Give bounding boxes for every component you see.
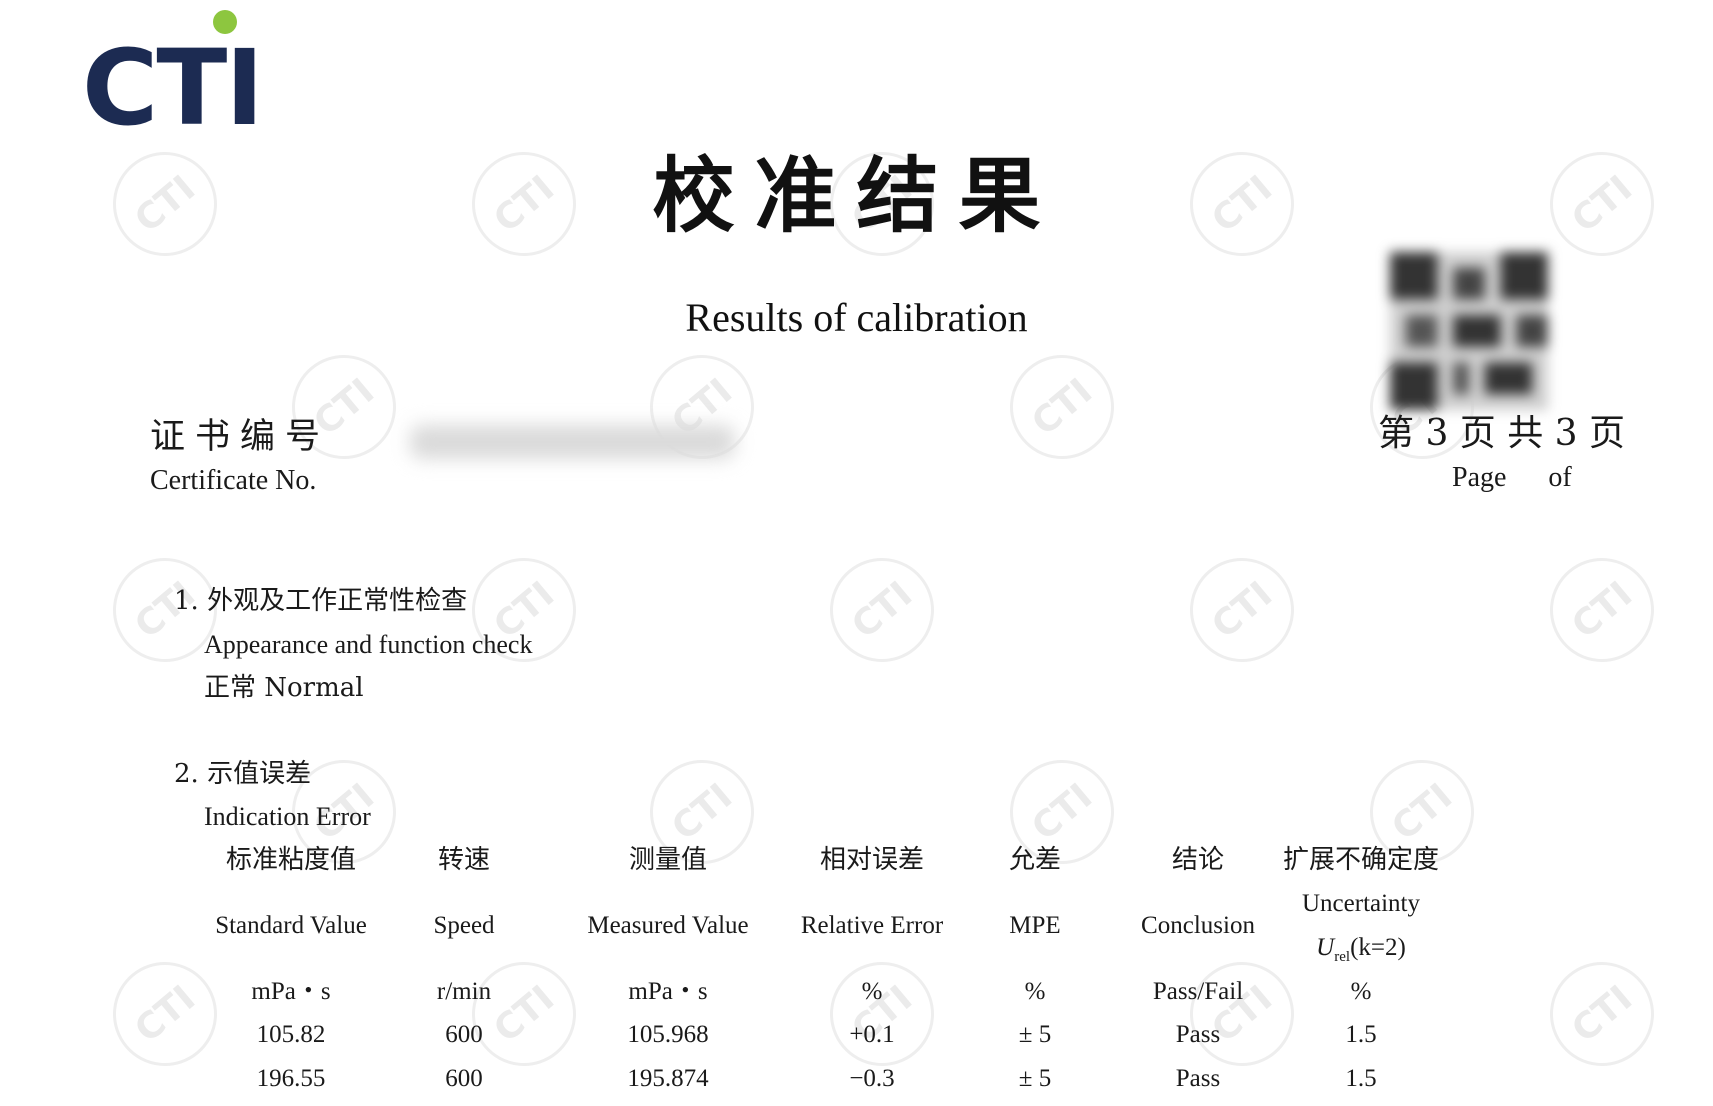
table-cell: 196.55: [256, 1065, 326, 1092]
table-cell: 1.5: [1345, 1065, 1377, 1092]
watermark-stamp: CTI: [1528, 940, 1676, 1088]
header-en-relative-error: Relative Error: [800, 912, 944, 939]
unit-relative-error: %: [861, 978, 883, 1005]
header-en-conclusion: Conclusion: [1141, 912, 1255, 939]
section2-title-cn: 2. 示值误差: [174, 759, 312, 789]
header-cn-standard-value: 标准粘度值: [225, 845, 357, 875]
unit-mpe: %: [1024, 978, 1046, 1005]
unit-uncertainty: %: [1350, 978, 1372, 1005]
cti-logo: CTI: [82, 27, 264, 149]
table-cell: 195.874: [627, 1065, 709, 1092]
header-cn-uncertainty: 扩展不确定度: [1282, 845, 1440, 875]
certificate-label-en: Certificate No.: [150, 465, 317, 496]
watermark-stamp: CTI: [270, 333, 418, 481]
watermark-stamp: CTI: [1168, 536, 1316, 684]
table-cell: ± 5: [1018, 1021, 1052, 1048]
table-cell: 105.82: [256, 1021, 326, 1048]
header-en-standard-value: Standard Value: [215, 912, 367, 939]
table-cell: +0.1: [849, 1021, 895, 1048]
title-chinese: 校准结果: [652, 148, 1061, 244]
section2-title-en: Indication Error: [204, 802, 371, 831]
unit-standard-value: mPa・s: [251, 978, 331, 1005]
section1-result: 正常 Normal: [204, 673, 364, 703]
certificate-number-redacted: [410, 425, 735, 459]
qr-code-icon: [1390, 252, 1548, 410]
logo-dot-icon: [213, 10, 237, 34]
certificate-label-cn: 证书编号: [150, 417, 331, 457]
page-number-en: Page of: [1452, 462, 1572, 493]
table-cell: 600: [445, 1021, 483, 1048]
header-cn-conclusion: 结论: [1171, 845, 1225, 875]
unit-measured-value: mPa・s: [628, 978, 708, 1005]
section1-title-cn: 1. 外观及工作正常性检查: [174, 586, 468, 616]
header-uncertainty-symbol: Urel(k=2): [1316, 934, 1406, 965]
watermark-stamp: CTI: [988, 333, 1136, 481]
unit-conclusion: Pass/Fail: [1152, 978, 1244, 1005]
page-number-cn: 第 3 页 共 3 页: [1378, 413, 1626, 454]
header-cn-mpe: 允差: [1008, 845, 1062, 875]
table-cell: 1.5: [1345, 1021, 1377, 1048]
section1-title-en: Appearance and function check: [204, 630, 533, 659]
table-cell: ± 5: [1018, 1065, 1052, 1092]
table-cell: 600: [445, 1065, 483, 1092]
header-en-measured-value: Measured Value: [587, 912, 749, 939]
table-cell: Pass: [1175, 1065, 1221, 1092]
watermark-stamp: CTI: [808, 536, 956, 684]
header-cn-measured-value: 测量值: [628, 845, 708, 875]
watermark-stamp: CTI: [1528, 536, 1676, 684]
table-cell: 105.968: [627, 1021, 709, 1048]
header-cn-relative-error: 相对误差: [819, 845, 925, 875]
header-cn-speed: 转速: [437, 845, 491, 875]
unit-speed: r/min: [436, 978, 492, 1005]
header-en-mpe: MPE: [1009, 912, 1061, 939]
watermark-stamp: CTI: [450, 536, 598, 684]
header-en-uncertainty: Uncertainty: [1301, 890, 1421, 917]
watermark-stamp: CTI: [91, 940, 239, 1088]
table-cell: Pass: [1175, 1021, 1221, 1048]
header-en-speed: Speed: [433, 912, 495, 939]
table-cell: −0.3: [849, 1065, 895, 1092]
